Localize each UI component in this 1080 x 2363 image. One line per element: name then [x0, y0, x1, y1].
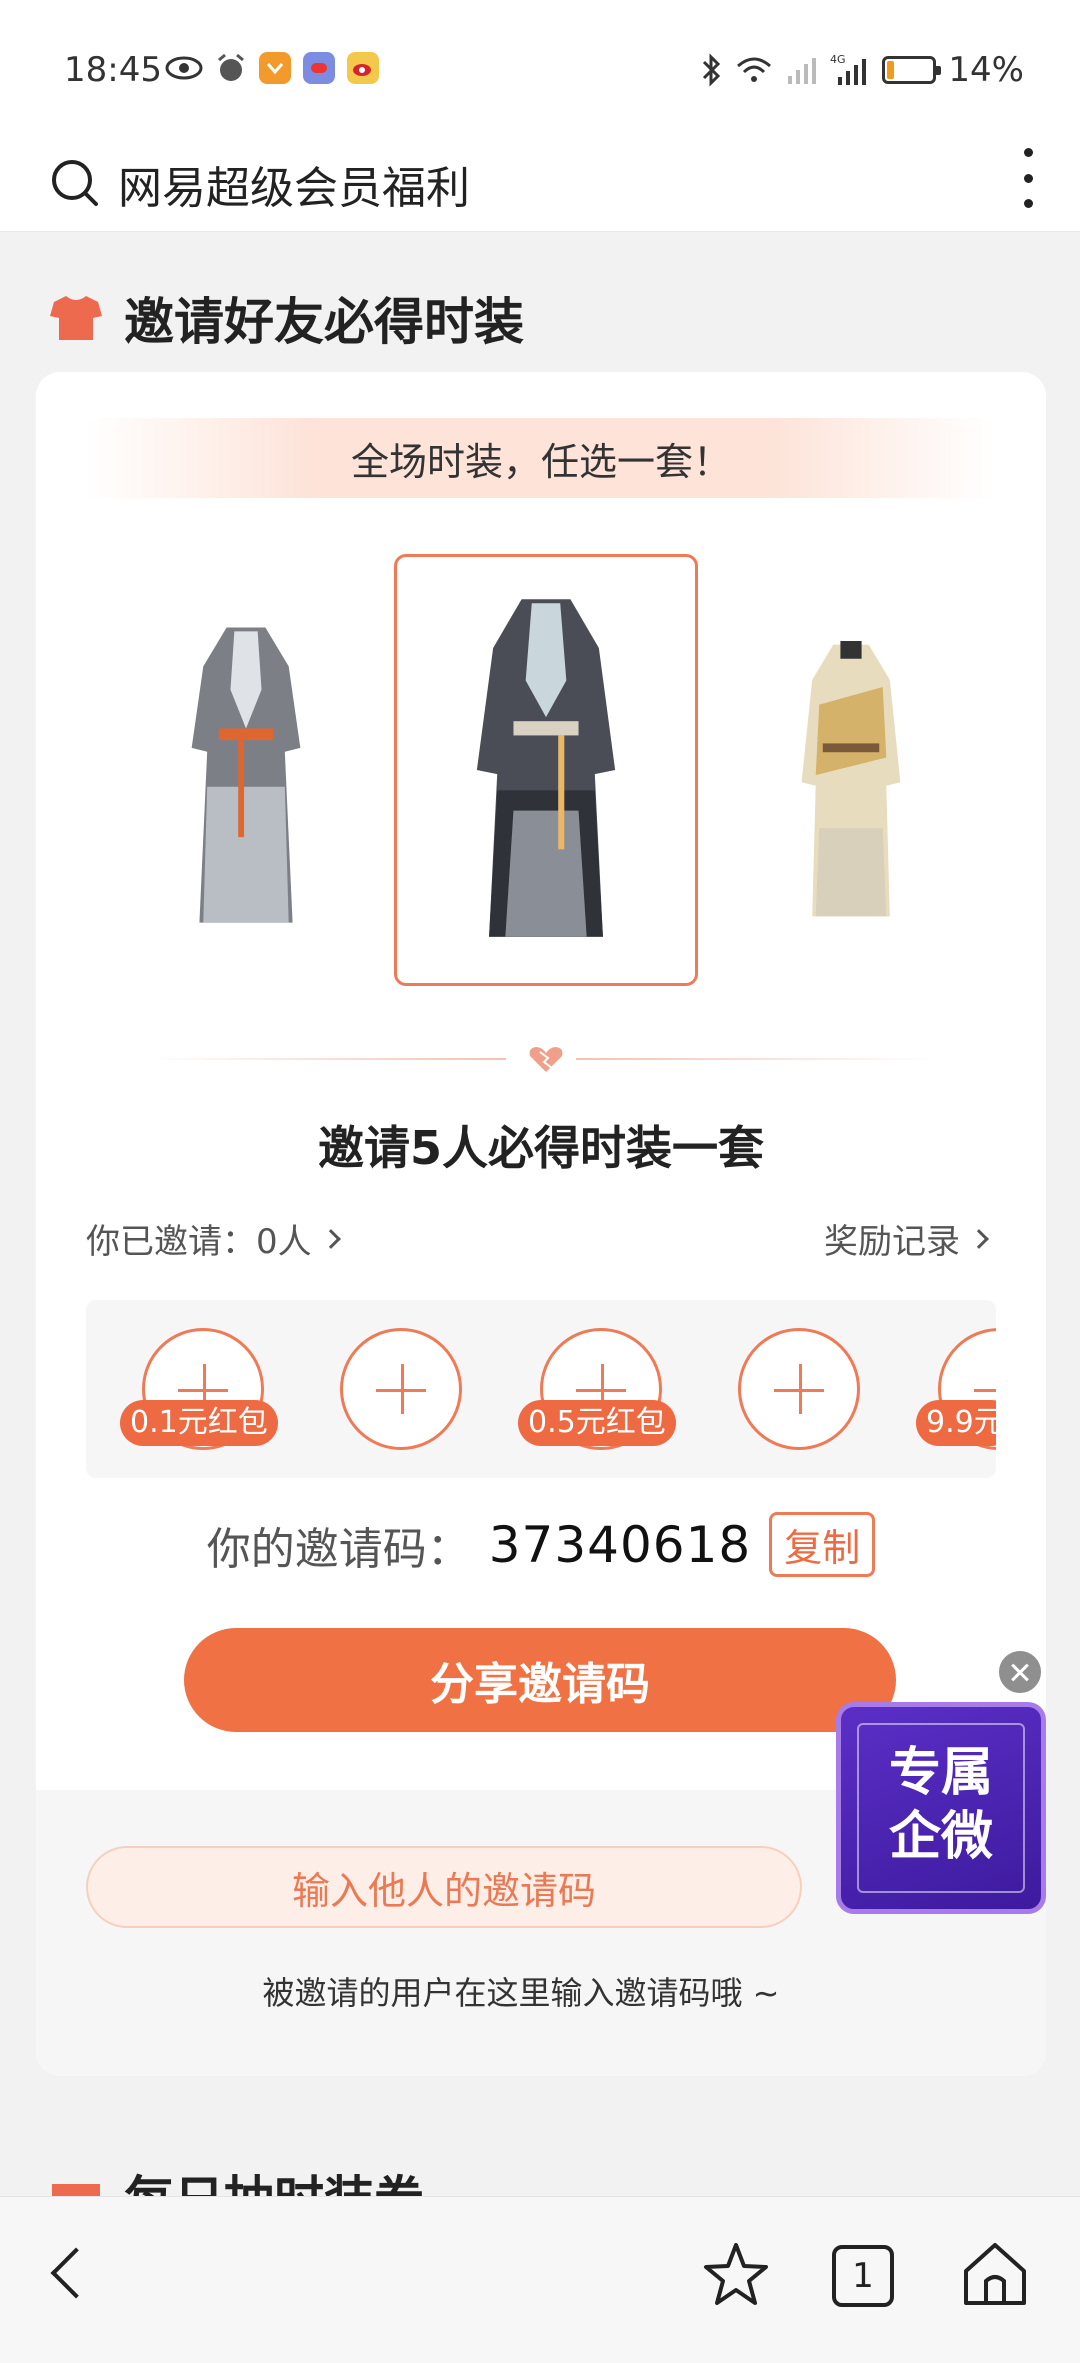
bookmark-star-icon[interactable] [700, 2239, 772, 2311]
chevron-right-icon [320, 1228, 341, 1249]
signal-icon [788, 58, 817, 84]
app-notification-icon [259, 52, 291, 84]
outfit-option[interactable] [146, 612, 346, 942]
enter-code-hint: 被邀请的用户在这里输入邀请码哦 ~ [36, 1968, 1046, 2014]
status-bar: 18:45 4G 14% [0, 0, 1080, 140]
reward-record-text: 奖励记录 [824, 1222, 960, 1262]
invite-goal-title: 邀请5人必得时装一套 [317, 1121, 764, 1175]
status-time: 18:45 [64, 50, 162, 90]
wecom-promo-widget[interactable]: 专属 企微 [836, 1702, 1046, 1914]
invite-slot[interactable] [738, 1328, 860, 1450]
hint-text: 被邀请的用户在这里输入邀请码哦 ~ [262, 1974, 780, 2012]
reward-badge: 9.9元 [916, 1400, 996, 1446]
outfit-option-selected[interactable] [394, 554, 698, 986]
close-icon[interactable] [996, 1648, 1044, 1696]
invited-count-link[interactable]: 你已邀请：0人 [86, 1214, 341, 1263]
invite-code-value: 37340618 [488, 1515, 752, 1574]
promo-text: 专属 企微 [841, 1741, 1041, 1869]
bluetooth-icon [703, 53, 721, 87]
reward-badge: 0.5元红包 [518, 1400, 676, 1446]
promo-banner: 全场时装，任选一套！ [86, 418, 996, 498]
outfit-option[interactable] [776, 634, 926, 934]
invited-count-text: 你已邀请：0人 [86, 1222, 312, 1262]
status-right: 4G 14% [700, 50, 1024, 90]
enter-invite-code-button[interactable]: 输入他人的邀请码 [86, 1846, 802, 1928]
home-icon[interactable] [958, 2237, 1032, 2311]
divider [146, 1044, 936, 1074]
reward-record-link[interactable]: 奖励记录 [824, 1214, 989, 1263]
invite-slots: 0.1元红包 0.5元红包 9.9元 [86, 1300, 996, 1478]
invite-slot[interactable] [340, 1328, 462, 1450]
wifi-icon [737, 57, 772, 82]
chevron-right-icon [969, 1228, 989, 1249]
alarm-icon [218, 53, 244, 81]
svg-text:4G: 4G [830, 53, 846, 66]
more-menu-icon[interactable] [1016, 148, 1040, 208]
outfit-image [801, 641, 901, 917]
tabs-button[interactable]: 1 [832, 2245, 894, 2307]
heart-icon [529, 1047, 563, 1072]
copy-button[interactable]: 复制 [769, 1512, 876, 1577]
outfit-image [191, 627, 301, 923]
battery-percent: 14% [948, 50, 1024, 90]
app-notification-icon [303, 52, 335, 84]
promo-line-1: 专属 [888, 1742, 993, 1803]
search-bar[interactable]: 网易超级会员福利 [0, 140, 1080, 232]
share-invite-code-button[interactable]: 分享邀请码 [184, 1628, 896, 1732]
invite-code-label: 你的邀请码： [206, 1523, 471, 1575]
search-icon[interactable] [48, 152, 104, 212]
weibo-icon [347, 52, 379, 84]
shirt-icon [50, 296, 102, 340]
back-icon[interactable] [50, 2247, 102, 2299]
section-header: 邀请好友必得时装 [48, 282, 524, 354]
eye-icon [165, 56, 203, 80]
battery-icon [882, 56, 942, 84]
browser-bottom-nav: 1 [0, 2196, 1080, 2363]
invite-code-row: 你的邀请码： 37340618 复制 [36, 1512, 1046, 1577]
search-query[interactable]: 网易超级会员福利 [118, 152, 470, 216]
section-title: 邀请好友必得时装 [124, 293, 524, 351]
promo-line-2: 企微 [888, 1806, 993, 1867]
outfit-image [476, 599, 616, 937]
reward-badge: 0.1元红包 [120, 1400, 278, 1446]
status-notification-icons [165, 52, 379, 84]
signal-4g-icon: 4G [830, 53, 867, 85]
